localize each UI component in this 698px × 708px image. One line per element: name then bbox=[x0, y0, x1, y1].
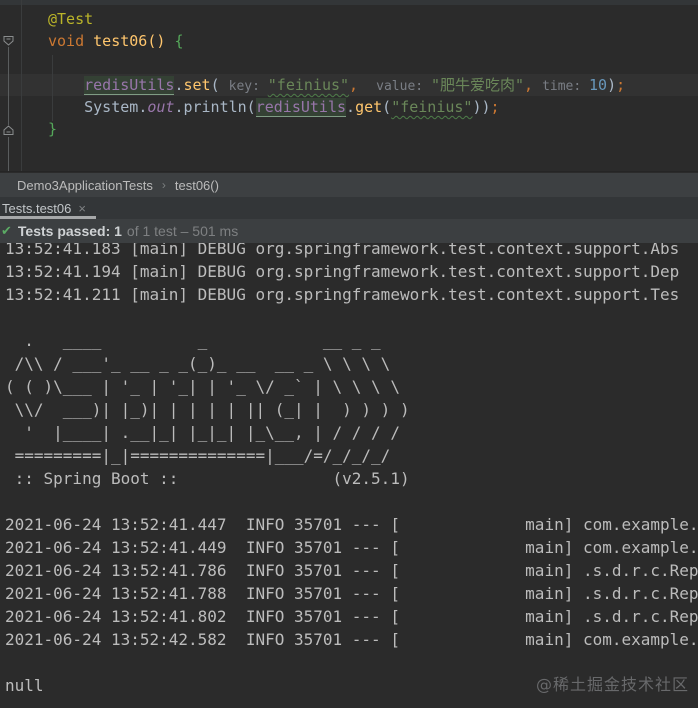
code-line[interactable] bbox=[22, 52, 698, 74]
breadcrumb: Demo3ApplicationTests › test06() bbox=[0, 173, 698, 197]
code-token: ) bbox=[607, 76, 617, 94]
ide-window: @Test void test06() { redisUtils.set( key… bbox=[0, 0, 698, 708]
tab-label: Tests.test06 bbox=[2, 200, 72, 216]
code-line[interactable]: System.out.println(redisUtils.get("feini… bbox=[22, 96, 698, 118]
code-token: . bbox=[346, 98, 356, 116]
test-status-bar: ✔ Tests passed: 1 of 1 test – 501 ms bbox=[0, 219, 698, 243]
code-line[interactable]: @Test bbox=[22, 8, 698, 30]
code-token: key: bbox=[228, 79, 268, 94]
code-token: . bbox=[138, 98, 148, 116]
code-token: redisUtils bbox=[84, 76, 175, 95]
code-line[interactable]: redisUtils.set( key: "feinius", value: "… bbox=[22, 74, 698, 96]
code-token: ( bbox=[382, 98, 392, 116]
code-token: value: bbox=[376, 79, 431, 94]
code-token: } bbox=[48, 120, 58, 138]
code-token: { bbox=[174, 32, 184, 50]
tests-passed-detail: of 1 test – 501 ms bbox=[126, 223, 239, 239]
code-token: )) bbox=[472, 98, 491, 116]
code-token: , bbox=[349, 76, 377, 94]
tab-strip: Tests.test06 × bbox=[0, 197, 698, 219]
code-token: ; bbox=[490, 98, 500, 116]
check-icon: ✔ bbox=[1, 223, 12, 238]
fold-open-icon[interactable] bbox=[2, 34, 15, 47]
fold-close-icon[interactable] bbox=[2, 124, 15, 137]
code-token: get bbox=[355, 98, 383, 116]
close-icon[interactable]: × bbox=[78, 201, 86, 216]
code-token: () bbox=[147, 32, 175, 50]
code-token: test06 bbox=[93, 32, 148, 50]
code-token: out bbox=[147, 98, 175, 116]
breadcrumb-method[interactable]: test06() bbox=[175, 178, 219, 193]
code-line[interactable]: void test06() { bbox=[22, 30, 698, 52]
code-area: @Test void test06() { redisUtils.set( key… bbox=[22, 8, 698, 140]
code-token: @Test bbox=[48, 10, 94, 28]
tests-passed-label: Tests passed: 1 bbox=[17, 223, 122, 239]
code-token: "feinius" bbox=[391, 98, 473, 116]
code-token: "肥牛爱吃肉" bbox=[430, 76, 524, 94]
run-console[interactable]: 13:52:41.183 [main] DEBUG org.springfram… bbox=[0, 243, 698, 708]
fold-range-line bbox=[8, 137, 9, 171]
chevron-right-icon: › bbox=[161, 178, 166, 192]
clipped-row-top bbox=[0, 0, 698, 5]
code-token: set bbox=[183, 76, 211, 94]
fold-range-line bbox=[8, 47, 9, 125]
watermark-text: @稀土掘金技术社区 bbox=[535, 675, 689, 694]
code-token: ( bbox=[210, 76, 229, 94]
code-token: , bbox=[524, 76, 543, 94]
code-token: redisUtils bbox=[255, 98, 347, 117]
code-token: ; bbox=[616, 76, 626, 94]
code-token: "feinius" bbox=[267, 76, 350, 94]
code-token: System bbox=[84, 98, 139, 116]
code-token: void bbox=[48, 32, 94, 50]
code-line[interactable]: } bbox=[22, 118, 698, 140]
breadcrumb-class[interactable]: Demo3ApplicationTests bbox=[17, 178, 153, 193]
code-token: time: bbox=[542, 79, 590, 94]
code-editor[interactable]: @Test void test06() { redisUtils.set( key… bbox=[0, 0, 698, 172]
console-output: 13:52:41.183 [main] DEBUG org.springfram… bbox=[5, 243, 698, 695]
code-token: .println( bbox=[174, 98, 256, 116]
code-token: 10 bbox=[589, 76, 608, 94]
